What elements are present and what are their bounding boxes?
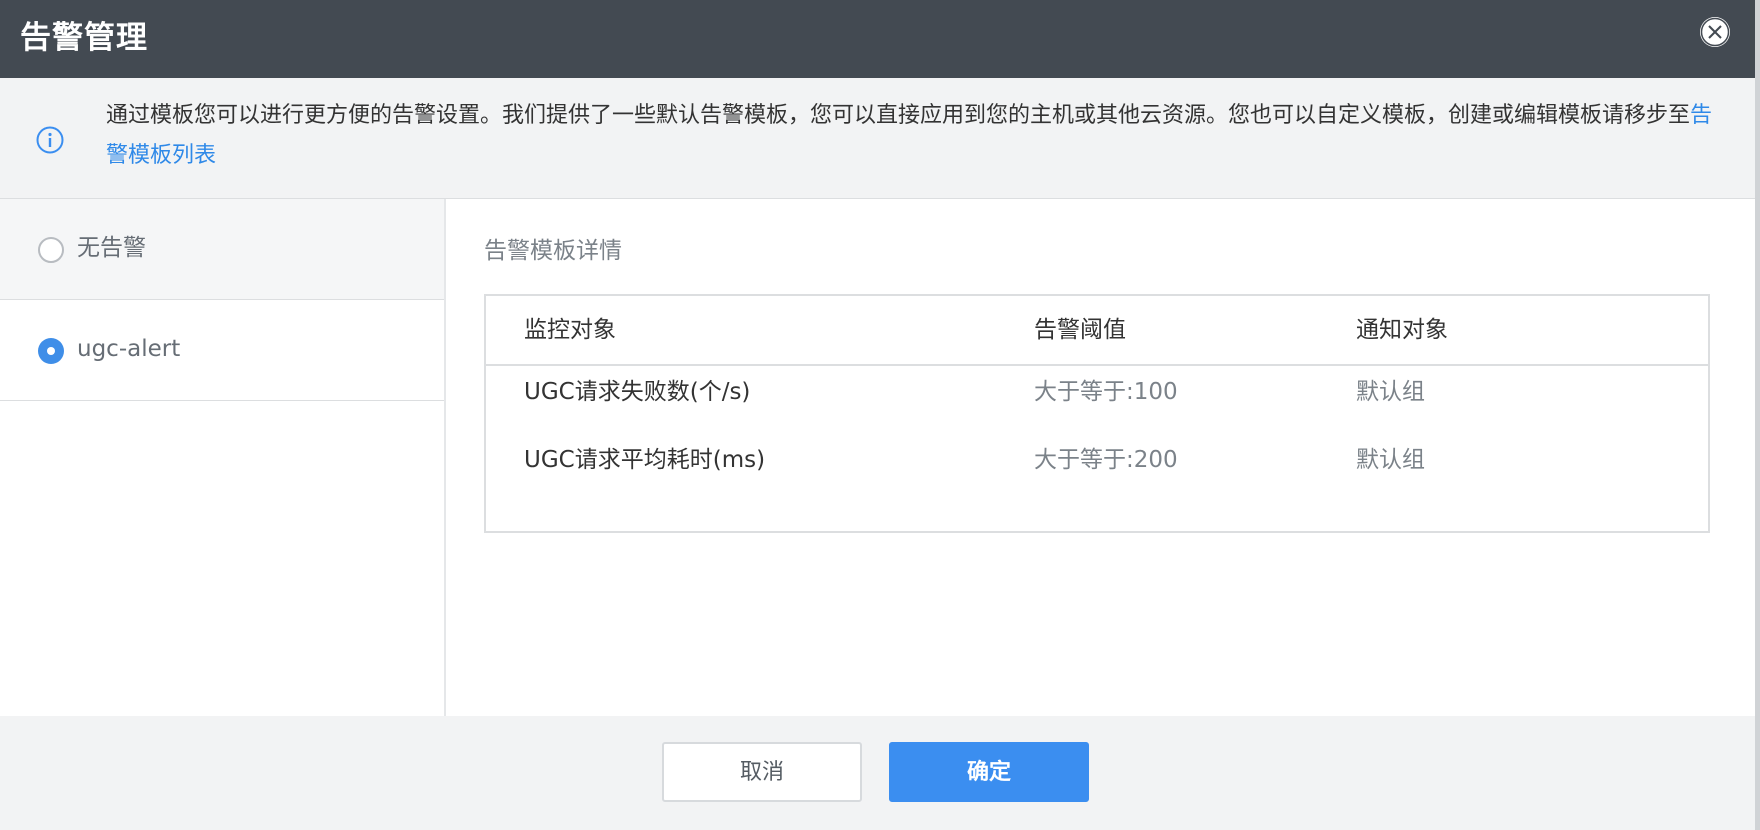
sidebar-item-label: ugc-alert [77, 336, 181, 362]
cell-object: UGC请求失败数(个/s) [524, 379, 751, 405]
alert-rules-table: 监控对象 告警阈值 通知对象 UGC请求失败数(个/s) 大于等于:100 默认… [484, 294, 1710, 533]
close-icon[interactable] [1700, 17, 1730, 47]
sidebar-item-label: 无告警 [77, 235, 146, 261]
sidebar-item-no-alert[interactable]: 无告警 [0, 199, 444, 300]
notice-text: 通过模板您可以进行更方便的告警设置。我们提供了一些默认告警模板，您可以直接应用到… [106, 96, 1722, 176]
info-icon [36, 126, 64, 154]
detail-title: 告警模板详情 [484, 238, 622, 264]
sidebar-item-ugc-alert[interactable]: ugc-alert [0, 300, 444, 401]
template-detail-panel: 告警模板详情 监控对象 告警阈值 通知对象 UGC请求失败数(个/s) 大于等于… [446, 199, 1755, 716]
radio-unchecked-icon[interactable] [38, 237, 64, 263]
dialog-header: 告警管理 [0, 0, 1755, 78]
close-circle-icon [1700, 17, 1730, 47]
table-header: 监控对象 告警阈值 通知对象 [486, 296, 1708, 366]
window-edge [1755, 0, 1760, 830]
cell-object: UGC请求平均耗时(ms) [524, 447, 766, 473]
notice-body: 通过模板您可以进行更方便的告警设置。我们提供了一些默认告警模板，您可以直接应用到… [106, 103, 1691, 128]
info-notice: 通过模板您可以进行更方便的告警设置。我们提供了一些默认告警模板，您可以直接应用到… [0, 78, 1755, 199]
cell-notify: 默认组 [1356, 379, 1425, 405]
template-sidebar: 无告警 ugc-alert [0, 199, 446, 716]
cell-threshold: 大于等于:200 [1034, 447, 1178, 473]
cell-notify: 默认组 [1356, 447, 1425, 473]
cancel-button[interactable]: 取消 [662, 742, 862, 802]
dialog-title: 告警管理 [20, 20, 148, 56]
dialog-footer: 取消 确定 [0, 716, 1755, 830]
confirm-button[interactable]: 确定 [889, 742, 1089, 802]
cell-threshold: 大于等于:100 [1034, 379, 1178, 405]
column-header-object: 监控对象 [524, 317, 616, 343]
column-header-threshold: 告警阈值 [1034, 317, 1126, 343]
alert-management-dialog: 告警管理 通过模板您可以进行更方便的告警设置。我们提供了一些默认告警模板，您可以… [0, 0, 1760, 830]
radio-checked-icon[interactable] [38, 338, 64, 364]
column-header-notify: 通知对象 [1356, 317, 1448, 343]
